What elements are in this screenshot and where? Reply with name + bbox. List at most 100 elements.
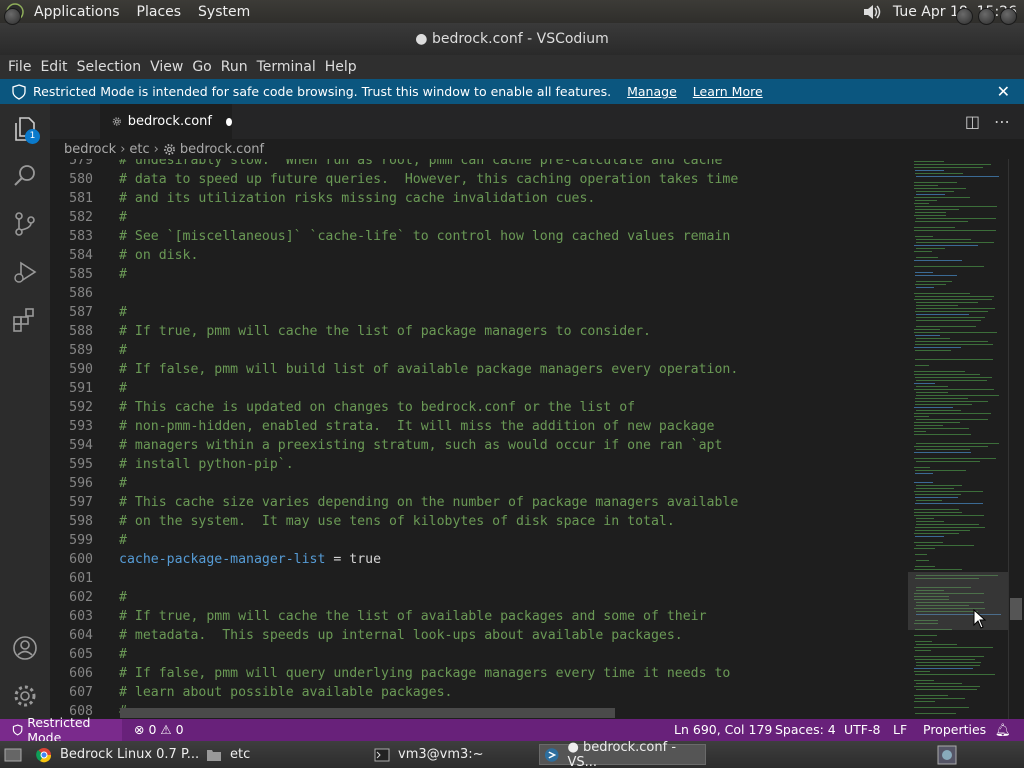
- workspace-switcher[interactable]: [937, 744, 959, 765]
- minimap-line: [916, 239, 971, 240]
- places-menu[interactable]: Places: [137, 4, 182, 20]
- code-line[interactable]: 582 #: [50, 208, 908, 227]
- code-line[interactable]: 601: [50, 569, 908, 588]
- vertical-scrollbar[interactable]: [1008, 159, 1024, 719]
- window-menu-button[interactable]: [4, 8, 21, 25]
- menu-run[interactable]: Run: [221, 59, 248, 75]
- restricted-mode-status[interactable]: Restricted Mode: [0, 715, 122, 745]
- tab-bedrock-conf[interactable]: bedrock.conf: [100, 104, 232, 139]
- close-window-button[interactable]: [1000, 8, 1017, 25]
- chevron-right-icon: ›: [120, 141, 126, 157]
- task-file-manager[interactable]: etc: [206, 744, 366, 765]
- menu-view[interactable]: View: [150, 59, 183, 75]
- volume-icon[interactable]: [861, 3, 883, 21]
- split-editor-icon[interactable]: ◫: [965, 112, 980, 131]
- minimap-line: [914, 695, 948, 696]
- system-menu[interactable]: System: [198, 4, 250, 20]
- cursor-position[interactable]: Ln 690, Col 179: [674, 722, 772, 737]
- breadcrumb-root[interactable]: bedrock: [64, 142, 116, 157]
- code-line[interactable]: 606 # If false, pmm will query underlying…: [50, 664, 908, 683]
- show-desktop-icon[interactable]: [4, 744, 28, 765]
- code-line[interactable]: 579 # undesirably slow. When run as root,…: [50, 159, 908, 170]
- task-vscodium[interactable]: ● bedrock.conf - VS...: [539, 740, 706, 768]
- minimap-line: [916, 386, 948, 387]
- code-line[interactable]: 599 #: [50, 531, 908, 550]
- minimap-line: [916, 461, 980, 462]
- menu-file[interactable]: File: [8, 59, 31, 75]
- code-line[interactable]: 583 # See `[miscellaneous]` `cache-life` …: [50, 227, 908, 246]
- code-line[interactable]: 584 # on disk.: [50, 246, 908, 265]
- more-actions-icon[interactable]: ⋯: [994, 112, 1010, 131]
- line-number: 584: [69, 248, 93, 263]
- top-panel: Applications Places System Tue Apr 18, 1…: [0, 0, 1024, 23]
- minimap-line: [914, 389, 994, 390]
- code-line[interactable]: 580 # data to speed up future queries. Ho…: [50, 170, 908, 189]
- run-debug-icon[interactable]: [11, 258, 39, 286]
- code-line[interactable]: 593 # non-pmm-hidden, enabled strata. It …: [50, 417, 908, 436]
- code-line[interactable]: 603 # If true, pmm will cache the list of…: [50, 607, 908, 626]
- minimize-button[interactable]: [956, 8, 973, 25]
- code-line[interactable]: 587 #: [50, 303, 908, 322]
- minimap-line: [916, 689, 977, 690]
- menu-terminal[interactable]: Terminal: [257, 59, 316, 75]
- minimap-line: [915, 377, 992, 378]
- minimap-slider[interactable]: [908, 572, 1008, 630]
- code-line[interactable]: 598 # on the system. It may use tens of k…: [50, 512, 908, 531]
- minimap-line: [914, 161, 944, 162]
- code-line[interactable]: 591 #: [50, 379, 908, 398]
- task-label: Bedrock Linux 0.7 P...: [60, 747, 200, 762]
- learn-more-link[interactable]: Learn More: [693, 84, 763, 99]
- code-line[interactable]: 581 # and its utilization risks missing c…: [50, 189, 908, 208]
- encoding[interactable]: UTF-8: [844, 722, 880, 737]
- indentation[interactable]: Spaces: 4: [775, 722, 836, 737]
- minimap-line: [915, 209, 959, 210]
- minimap-line: [914, 647, 993, 648]
- breadcrumb-file[interactable]: bedrock.conf: [180, 142, 264, 157]
- vertical-scrollbar-thumb[interactable]: [1010, 598, 1022, 620]
- code-editor[interactable]: 579 # undesirably slow. When run as root,…: [50, 159, 908, 719]
- window-titlebar: ● bedrock.conf - VSCodium: [0, 23, 1024, 55]
- horizontal-scrollbar[interactable]: [120, 708, 615, 718]
- menu-go[interactable]: Go: [192, 59, 211, 75]
- code-line[interactable]: 585 #: [50, 265, 908, 284]
- clock[interactable]: Tue Apr 18, 15:26: [893, 4, 1017, 20]
- code-line[interactable]: 592 # This cache is updated on changes to…: [50, 398, 908, 417]
- code-line[interactable]: 588 # If true, pmm will cache the list of…: [50, 322, 908, 341]
- maximize-button[interactable]: [978, 8, 995, 25]
- minimap-line: [915, 536, 944, 537]
- notifications-bell-icon[interactable]: 🔔︎: [995, 722, 1011, 738]
- task-terminal[interactable]: vm3@vm3:~: [374, 744, 534, 765]
- code-line[interactable]: 586: [50, 284, 908, 303]
- code-line[interactable]: 607 # learn about possible available pack…: [50, 683, 908, 702]
- minimap[interactable]: [908, 159, 1008, 719]
- manage-link[interactable]: Manage: [627, 84, 677, 99]
- code-line[interactable]: 597 # This cache size varies depending on…: [50, 493, 908, 512]
- applications-menu[interactable]: Applications: [34, 4, 120, 20]
- problems-indicator[interactable]: ⊗ 0 ⚠ 0: [134, 722, 184, 737]
- code-line[interactable]: 604 # metadata. This speeds up internal l…: [50, 626, 908, 645]
- code-line[interactable]: 589 #: [50, 341, 908, 360]
- code-line[interactable]: 602 #: [50, 588, 908, 607]
- search-icon[interactable]: [11, 162, 39, 190]
- menu-help[interactable]: Help: [325, 59, 357, 75]
- task-browser[interactable]: Bedrock Linux 0.7 P...: [36, 744, 200, 765]
- code-line[interactable]: 600 cache-package-manager-list = true: [50, 550, 908, 569]
- code-line[interactable]: 595 # install python-pip`.: [50, 455, 908, 474]
- breadcrumb-folder[interactable]: etc: [129, 142, 149, 157]
- line-content: #: [119, 305, 127, 320]
- menu-selection[interactable]: Selection: [77, 59, 142, 75]
- extensions-icon[interactable]: [11, 306, 39, 334]
- code-line[interactable]: 594 # managers within a preexisting strat…: [50, 436, 908, 455]
- unsaved-dot-icon[interactable]: [226, 117, 232, 126]
- code-line[interactable]: 590 # If false, pmm will build list of av…: [50, 360, 908, 379]
- language-mode[interactable]: Properties: [923, 722, 986, 737]
- code-line[interactable]: 596 #: [50, 474, 908, 493]
- minimap-line: [916, 257, 938, 258]
- close-icon[interactable]: ✕: [997, 82, 1010, 101]
- end-of-line[interactable]: LF: [893, 722, 907, 737]
- source-control-icon[interactable]: [11, 210, 39, 238]
- settings-gear-icon[interactable]: [11, 682, 39, 710]
- code-line[interactable]: 605 #: [50, 645, 908, 664]
- menu-edit[interactable]: Edit: [40, 59, 67, 75]
- account-icon[interactable]: [11, 634, 39, 662]
